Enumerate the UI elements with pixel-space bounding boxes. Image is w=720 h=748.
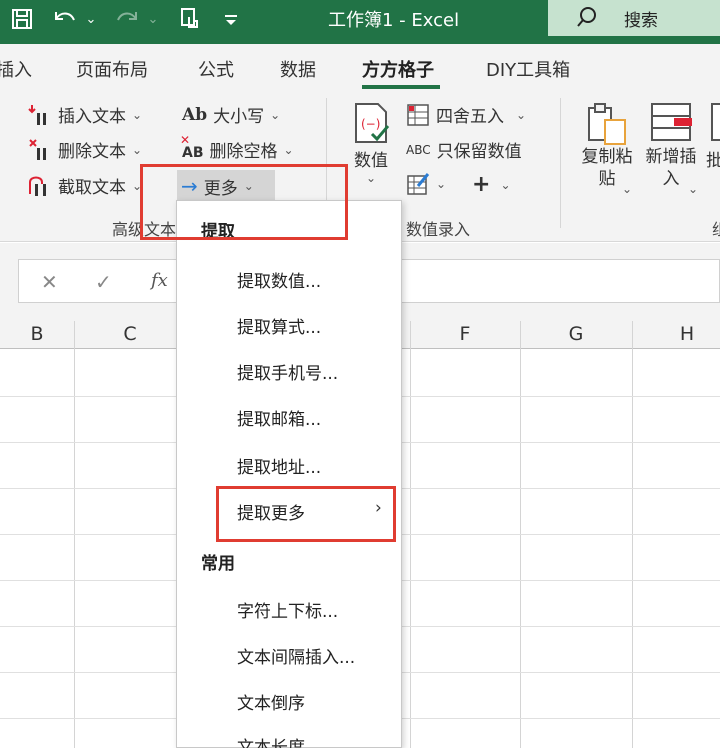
edit-cells-icon [406, 172, 430, 196]
window-title: 工作簿1 - Excel [328, 10, 460, 31]
tab-page-layout[interactable]: 页面布局 [76, 56, 148, 82]
chevron-down-icon: ⌄ [283, 142, 294, 157]
delete-text-button[interactable]: 删除文本 ⌄ [28, 137, 142, 162]
add-insert-icon [648, 100, 694, 146]
chevron-down-icon: ⌄ [132, 107, 143, 122]
title-bar: ⌄ ⌄ 工作簿1 - Excel 搜索 [0, 0, 720, 44]
round-button[interactable]: 四舍五入 ⌄ [406, 102, 526, 127]
add-insert-button[interactable]: 新增插入 [642, 100, 700, 190]
function-icon[interactable]: fx [151, 270, 168, 291]
column-header-b[interactable]: B [0, 323, 74, 345]
chevron-down-icon: ⌄ [270, 107, 281, 122]
cut-text-button[interactable]: 截取文本 ⌄ [28, 173, 142, 198]
ribbon-separator [560, 98, 561, 228]
menu-item-text-length[interactable]: 文本长度 [237, 733, 305, 748]
menu-item-superscript[interactable]: 字符上下标... [237, 597, 338, 622]
add-button[interactable]: + ⌄ [472, 172, 511, 197]
copy-paste-button[interactable]: 复制粘贴 [578, 100, 636, 190]
edit-cells-button[interactable]: ⌄ [406, 172, 446, 196]
insert-text-icon [28, 103, 52, 127]
delete-spaces-label: 删除空格 [209, 142, 278, 162]
menu-item-extract-formulas[interactable]: 提取算式... [237, 313, 321, 338]
insert-text-button[interactable]: 插入文本 ⌄ [28, 102, 142, 127]
cancel-icon[interactable]: ✕ [41, 270, 58, 294]
tab-fangfanggezi[interactable]: 方方格子 [362, 56, 434, 82]
enter-check-icon[interactable]: ✓ [95, 270, 112, 294]
chevron-down-icon: ⌄ [688, 182, 699, 196]
batch-button[interactable]: 批 [706, 100, 720, 171]
menu-item-extract-numbers[interactable]: 提取数值... [237, 267, 321, 292]
number-format-icon: (−) [350, 100, 392, 146]
save-icon[interactable] [8, 4, 36, 34]
insert-text-label: 插入文本 [58, 107, 126, 127]
column-header-g[interactable]: G [520, 323, 632, 345]
cut-text-icon [28, 174, 52, 198]
redo-icon [112, 4, 142, 34]
undo-dropdown-chevron-icon[interactable]: ⌄ [84, 4, 98, 34]
round-grid-icon [406, 103, 430, 127]
cut-text-label: 截取文本 [58, 178, 126, 198]
redo-dropdown-chevron-icon: ⌄ [147, 11, 159, 27]
plus-icon: + [472, 172, 491, 197]
chevron-down-icon: ⌄ [516, 107, 527, 122]
chevron-down-icon: ⌄ [436, 177, 447, 191]
search-box[interactable]: 搜索 [548, 0, 720, 36]
menu-item-reverse-text[interactable]: 文本倒序 [237, 689, 305, 714]
number-label: 数值 [354, 151, 388, 171]
search-icon [576, 6, 596, 30]
menu-item-extract-phone[interactable]: 提取手机号... [237, 359, 338, 384]
number-button[interactable]: (−) 数值 ⌄ [350, 100, 392, 185]
keep-numbers-label: 只保留数值 [436, 142, 522, 162]
keep-numbers-button[interactable]: ABC 只保留数值 [406, 137, 522, 162]
delete-spaces-icon: ✕ AB [180, 132, 204, 161]
delete-spaces-button[interactable]: ✕ AB 删除空格 ⌄ [180, 132, 294, 163]
highlight-extract-more [216, 486, 396, 542]
tab-formulas[interactable]: 公式 [198, 56, 234, 82]
active-tab-indicator [362, 85, 440, 89]
case-ab-icon: Ab [182, 104, 208, 125]
case-label: 大小写 [213, 107, 265, 127]
delete-text-icon [28, 138, 52, 162]
chevron-down-icon: ⌄ [365, 171, 377, 185]
column-header-h[interactable]: H [632, 323, 720, 345]
tab-insert[interactable]: 插入 [0, 56, 32, 82]
case-button[interactable]: Ab 大小写 ⌄ [182, 102, 281, 128]
batch-label: 批 [706, 151, 720, 171]
menu-item-extract-email[interactable]: 提取邮箱... [237, 405, 321, 430]
group-label-number: 数值录入 [406, 220, 471, 239]
svg-text:(−): (−) [361, 117, 380, 131]
column-header-f[interactable]: F [410, 323, 520, 345]
round-label: 四舍五入 [436, 107, 504, 127]
batch-icon [706, 100, 720, 146]
touch-mode-icon[interactable] [176, 4, 204, 34]
chevron-down-icon: ⌄ [622, 182, 633, 196]
tab-diy-toolbox[interactable]: DIY工具箱 [486, 56, 570, 82]
menu-item-extract-address[interactable]: 提取地址... [237, 453, 321, 478]
section-common-heading: 常用 [201, 554, 235, 574]
menu-item-interval-insert[interactable]: 文本间隔插入... [237, 643, 355, 668]
customize-toolbar-icon[interactable] [220, 4, 242, 34]
tab-data[interactable]: 数据 [280, 56, 316, 82]
chevron-down-icon: ⌄ [500, 177, 511, 192]
delete-text-label: 删除文本 [58, 142, 126, 162]
clipboard-icon [585, 100, 629, 146]
group-label-partial: 组 [712, 216, 720, 240]
abc-icon: ABC [406, 142, 431, 157]
undo-icon[interactable] [50, 4, 80, 34]
highlight-more-button [140, 164, 348, 240]
more-dropdown-menu: 提取 提取数值... 提取算式... 提取手机号... 提取邮箱... 提取地址… [176, 200, 402, 748]
column-header-c[interactable]: C [74, 323, 186, 345]
search-label: 搜索 [624, 11, 658, 31]
chevron-down-icon: ⌄ [132, 142, 143, 157]
ribbon-tabs: 插入 页面布局 公式 数据 方方格子 DIY工具箱 [0, 44, 720, 90]
